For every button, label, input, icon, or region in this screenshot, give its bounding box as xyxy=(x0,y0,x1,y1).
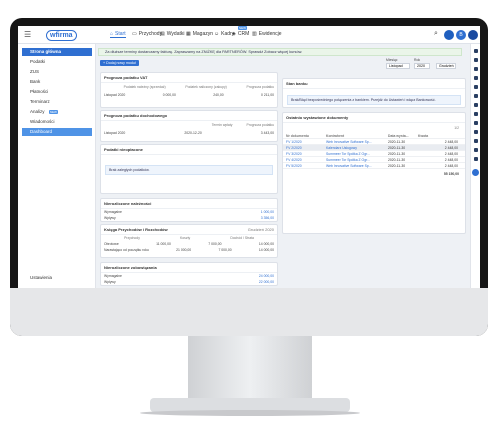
month-filter-label: Miesiąc xyxy=(386,58,398,62)
sidebar-item-podatki[interactable]: Podatki xyxy=(22,58,92,66)
card-title: Podatki nieopłacone xyxy=(101,145,277,155)
rail-icon[interactable] xyxy=(473,148,478,152)
documents-total: 55 150,00 xyxy=(443,172,459,176)
box-icon: ▦ xyxy=(186,31,191,37)
documents-card: Ostatnio wystawione dokumenty 1/2 Nr dok… xyxy=(282,112,466,234)
card-title: Nierozliczone należności xyxy=(101,199,277,209)
tab-wydatki[interactable]: ▤ Wydatki xyxy=(160,31,184,37)
people-icon: ☺ xyxy=(214,31,220,37)
new-badge: NEW xyxy=(238,26,247,30)
search-icon[interactable]: ⌕ xyxy=(434,30,438,38)
sidebar-item-platnosci[interactable]: Płatności xyxy=(22,88,92,96)
cashbook-card: Księga Przychodów i Rozchodów Grudzień 2… xyxy=(100,224,278,258)
rail-icon[interactable] xyxy=(473,76,478,80)
sidebar-item-analizy[interactable]: Analizy NEW xyxy=(22,108,92,116)
tab-ewidencje[interactable]: ▥ Ewidencje xyxy=(252,31,282,37)
card-title: Ostatnio wystawione dokumenty xyxy=(283,113,465,123)
pagination[interactable]: 1/2 xyxy=(283,123,465,133)
month-select-2[interactable]: Grudzień xyxy=(436,63,456,69)
rail-icon[interactable] xyxy=(473,121,478,125)
help-icon[interactable] xyxy=(472,169,479,176)
liabilities-card: Nierozliczone zobowiązania Wymagalne 24 0… xyxy=(100,262,278,286)
avatar[interactable]: B xyxy=(456,30,466,40)
book-icon: ▥ xyxy=(252,31,257,37)
tab-start[interactable]: ⌂ Start xyxy=(110,31,126,38)
add-module-button[interactable]: + Dodaj nowy moduł xyxy=(100,60,139,66)
info-message: Brak zaległych podatków. xyxy=(105,165,273,175)
sidebar-item-terminarz[interactable]: Terminarz xyxy=(22,98,92,106)
card-title: Nierozliczone zobowiązania xyxy=(101,263,277,273)
tab-przychody[interactable]: ▭ Przychody xyxy=(132,31,162,37)
cashbook-filter[interactable]: Grudzień 2020 xyxy=(248,227,274,232)
rail-icon[interactable] xyxy=(473,67,478,71)
sidebar-item-settings[interactable]: Ustawienia xyxy=(22,274,92,282)
rail-icon[interactable] xyxy=(473,58,478,62)
sidebar-item-dashboard[interactable]: Dashboard xyxy=(22,128,92,136)
cart-icon: ▭ xyxy=(132,31,137,37)
rail-icon[interactable] xyxy=(473,139,478,143)
year-select[interactable]: 2020 xyxy=(414,63,430,69)
vat-forecast-card: Prognoza podatku VAT Podatek należny (sp… xyxy=(100,72,278,108)
app-logo[interactable]: wfirma xyxy=(46,30,77,41)
card-title: Księga Przychodów i Rozchodów xyxy=(104,227,168,232)
sidebar-item-home[interactable]: Strona główna xyxy=(22,48,92,56)
sidebar-item-wiadomosci[interactable]: Wiadomości xyxy=(22,118,92,126)
new-badge: NEW xyxy=(48,110,58,114)
top-bar: ☰ wfirma ⌂ Start ▭ Przychody ▤ Wydatki ▦ Mag… xyxy=(18,26,480,44)
sidebar-item-bank[interactable]: Bank xyxy=(22,78,92,86)
crm-icon: ◈ xyxy=(232,31,236,37)
monitor-stand-neck xyxy=(188,336,312,404)
rail-icon[interactable] xyxy=(473,103,478,107)
monitor-shadow xyxy=(140,410,360,416)
rail-icon[interactable] xyxy=(473,85,478,89)
sidebar: Strona główna Podatki ZUS Bank Płatności… xyxy=(18,44,96,288)
bank-card: Stan banku Brak/Błąd bezpośredniego połą… xyxy=(282,78,466,108)
tab-crm[interactable]: ◈ CRM NEW xyxy=(232,26,249,37)
card-title: Prognoza podatku dochodowego xyxy=(101,111,277,121)
right-icon-rail xyxy=(470,44,480,288)
year-filter-label: Rok xyxy=(414,58,421,62)
promo-alert: Za dłuższe terminy dostarczamy fakturę. … xyxy=(98,48,462,56)
receivables-card: Nierozliczone należności Wymagalne 1 000,… xyxy=(100,198,278,222)
menu-icon[interactable]: ☰ xyxy=(24,30,31,39)
settings-icon[interactable] xyxy=(444,30,454,40)
help-icon[interactable] xyxy=(468,30,478,40)
screen: ☰ wfirma ⌂ Start ▭ Przychody ▤ Wydatki ▦ Mag… xyxy=(18,26,480,288)
card-title: Prognoza podatku VAT xyxy=(101,73,277,83)
rail-icon[interactable] xyxy=(473,49,478,53)
receipt-icon: ▤ xyxy=(160,31,165,37)
rail-icon[interactable] xyxy=(473,157,478,161)
info-message: Brak/Błąd bezpośredniego połączenia z ba… xyxy=(287,95,461,105)
monitor-chin xyxy=(10,288,488,336)
home-icon: ⌂ xyxy=(110,31,114,37)
tab-magazyn[interactable]: ▦ Magazyn xyxy=(186,31,213,37)
rail-icon[interactable] xyxy=(473,112,478,116)
month-select[interactable]: Listopad xyxy=(386,63,410,69)
card-title: Stan banku xyxy=(283,79,465,89)
rail-icon[interactable] xyxy=(473,94,478,98)
sidebar-item-zus[interactable]: ZUS xyxy=(22,68,92,76)
unpaid-taxes-card: Podatki nieopłacone Brak zaległych podat… xyxy=(100,144,278,194)
rail-icon[interactable] xyxy=(473,130,478,134)
income-tax-card: Prognoza podatku dochodowego Termin wpła… xyxy=(100,110,278,142)
